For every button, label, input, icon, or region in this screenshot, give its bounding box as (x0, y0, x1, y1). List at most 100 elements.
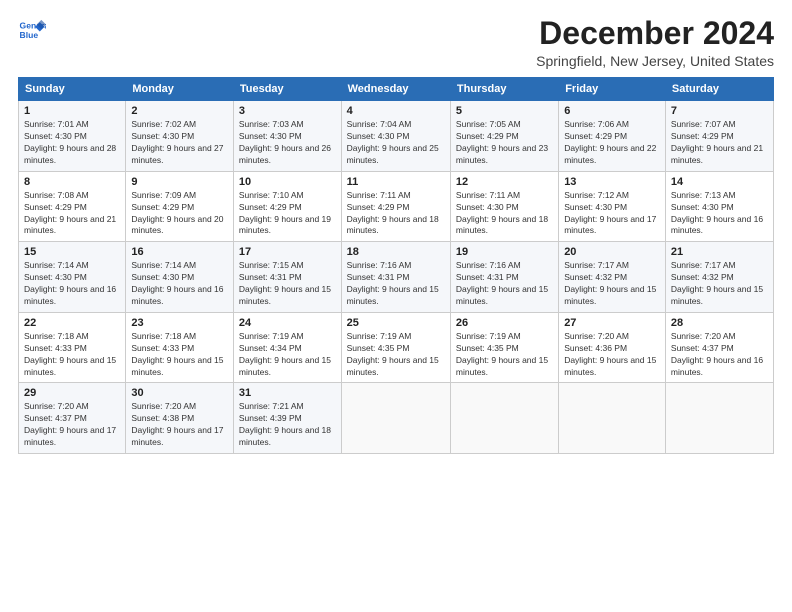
page: General Blue December 2024 Springfield, … (0, 0, 792, 612)
day-info: Sunrise: 7:19 AMSunset: 4:35 PMDaylight:… (456, 331, 553, 379)
day-info: Sunrise: 7:11 AMSunset: 4:30 PMDaylight:… (456, 190, 553, 238)
day-number: 8 (24, 176, 120, 188)
calendar-cell: 13Sunrise: 7:12 AMSunset: 4:30 PMDayligh… (559, 171, 666, 242)
day-number: 5 (456, 105, 553, 117)
calendar-cell: 17Sunrise: 7:15 AMSunset: 4:31 PMDayligh… (233, 242, 341, 313)
day-number: 30 (131, 387, 228, 399)
calendar-cell: 11 Sunrise: 7:11 AMSunset: 4:29 PMDayligh… (341, 171, 450, 242)
calendar-cell: 3 Sunrise: 7:03 AMSunset: 4:30 PMDaylight… (233, 101, 341, 172)
calendar-cell: 23 Sunrise: 7:18 AMSunset: 4:33 PMDayligh… (126, 312, 234, 383)
day-info: Sunrise: 7:17 AMSunset: 4:32 PMDaylight:… (671, 260, 768, 308)
day-number: 3 (239, 105, 336, 117)
calendar-cell: 12 Sunrise: 7:11 AMSunset: 4:30 PMDayligh… (450, 171, 558, 242)
day-info: Sunrise: 7:14 AMSunset: 4:30 PMDaylight:… (131, 260, 228, 308)
day-number: 10 (239, 176, 336, 188)
day-number: 1 (24, 105, 120, 117)
calendar-cell: 25Sunrise: 7:19 AMSunset: 4:35 PMDayligh… (341, 312, 450, 383)
day-info: Sunrise: 7:20 AMSunset: 4:38 PMDaylight:… (131, 401, 228, 449)
day-number: 6 (564, 105, 660, 117)
logo: General Blue (18, 16, 46, 44)
day-number: 7 (671, 105, 768, 117)
day-number: 11 (347, 176, 445, 188)
day-number: 28 (671, 317, 768, 329)
calendar-cell (559, 383, 666, 454)
day-number: 19 (456, 246, 553, 258)
calendar-title: December 2024 (536, 16, 774, 51)
day-info: Sunrise: 7:01 AMSunset: 4:30 PMDaylight:… (24, 119, 120, 167)
calendar-cell: 7 Sunrise: 7:07 AMSunset: 4:29 PMDaylight… (665, 101, 773, 172)
calendar-cell: 22Sunrise: 7:18 AMSunset: 4:33 PMDayligh… (19, 312, 126, 383)
calendar-subtitle: Springfield, New Jersey, United States (536, 53, 774, 69)
calendar-cell: 10 Sunrise: 7:10 AMSunset: 4:29 PMDayligh… (233, 171, 341, 242)
calendar-cell (341, 383, 450, 454)
day-of-week-header: Thursday (450, 78, 558, 101)
day-number: 14 (671, 176, 768, 188)
day-info: Sunrise: 7:18 AMSunset: 4:33 PMDaylight:… (131, 331, 228, 379)
calendar-cell (665, 383, 773, 454)
calendar-cell: 16 Sunrise: 7:14 AMSunset: 4:30 PMDayligh… (126, 242, 234, 313)
day-info: Sunrise: 7:07 AMSunset: 4:29 PMDaylight:… (671, 119, 768, 167)
calendar-cell: 4 Sunrise: 7:04 AMSunset: 4:30 PMDaylight… (341, 101, 450, 172)
day-info: Sunrise: 7:09 AMSunset: 4:29 PMDaylight:… (131, 190, 228, 238)
calendar-cell: 27Sunrise: 7:20 AMSunset: 4:36 PMDayligh… (559, 312, 666, 383)
calendar-cell: 14 Sunrise: 7:13 AMSunset: 4:30 PMDayligh… (665, 171, 773, 242)
day-info: Sunrise: 7:04 AMSunset: 4:30 PMDaylight:… (347, 119, 445, 167)
calendar-week-row: 15Sunrise: 7:14 AMSunset: 4:30 PMDayligh… (19, 242, 774, 313)
calendar-cell: 8Sunrise: 7:08 AMSunset: 4:29 PMDaylight… (19, 171, 126, 242)
calendar-cell: 21Sunrise: 7:17 AMSunset: 4:32 PMDayligh… (665, 242, 773, 313)
day-info: Sunrise: 7:19 AMSunset: 4:34 PMDaylight:… (239, 331, 336, 379)
calendar-cell: 20 Sunrise: 7:17 AMSunset: 4:32 PMDayligh… (559, 242, 666, 313)
calendar-cell: 28Sunrise: 7:20 AMSunset: 4:37 PMDayligh… (665, 312, 773, 383)
calendar-cell: 31Sunrise: 7:21 AMSunset: 4:39 PMDayligh… (233, 383, 341, 454)
day-number: 29 (24, 387, 120, 399)
day-number: 2 (131, 105, 228, 117)
calendar-cell: 1 Sunrise: 7:01 AMSunset: 4:30 PMDaylight… (19, 101, 126, 172)
day-info: Sunrise: 7:16 AMSunset: 4:31 PMDaylight:… (456, 260, 553, 308)
day-info: Sunrise: 7:06 AMSunset: 4:29 PMDaylight:… (564, 119, 660, 167)
calendar-cell: 6 Sunrise: 7:06 AMSunset: 4:29 PMDaylight… (559, 101, 666, 172)
title-block: December 2024 Springfield, New Jersey, U… (536, 16, 774, 69)
day-number: 16 (131, 246, 228, 258)
day-of-week-header: Wednesday (341, 78, 450, 101)
day-number: 22 (24, 317, 120, 329)
calendar-cell: 29 Sunrise: 7:20 AMSunset: 4:37 PMDayligh… (19, 383, 126, 454)
calendar-cell: 2 Sunrise: 7:02 AMSunset: 4:30 PMDaylight… (126, 101, 234, 172)
day-number: 20 (564, 246, 660, 258)
day-of-week-header: Monday (126, 78, 234, 101)
calendar-cell: 19 Sunrise: 7:16 AMSunset: 4:31 PMDayligh… (450, 242, 558, 313)
day-number: 12 (456, 176, 553, 188)
day-of-week-header: Sunday (19, 78, 126, 101)
day-info: Sunrise: 7:12 AMSunset: 4:30 PMDaylight:… (564, 190, 660, 238)
day-of-week-header: Saturday (665, 78, 773, 101)
calendar-cell: 26Sunrise: 7:19 AMSunset: 4:35 PMDayligh… (450, 312, 558, 383)
day-number: 27 (564, 317, 660, 329)
day-info: Sunrise: 7:13 AMSunset: 4:30 PMDaylight:… (671, 190, 768, 238)
calendar-header-row: SundayMondayTuesdayWednesdayThursdayFrid… (19, 78, 774, 101)
calendar-week-row: 8Sunrise: 7:08 AMSunset: 4:29 PMDaylight… (19, 171, 774, 242)
day-of-week-header: Tuesday (233, 78, 341, 101)
calendar-week-row: 22 Sunrise: 7:18 AMSunset: 4:33 PMDayligh… (19, 312, 774, 383)
day-info: Sunrise: 7:17 AMSunset: 4:32 PMDaylight:… (564, 260, 660, 308)
calendar-cell: 9 Sunrise: 7:09 AMSunset: 4:29 PMDaylight… (126, 171, 234, 242)
day-info: Sunrise: 7:20 AMSunset: 4:37 PMDaylight:… (24, 401, 120, 449)
day-number: 23 (131, 317, 228, 329)
day-info: Sunrise: 7:21 AMSunset: 4:39 PMDaylight:… (239, 401, 336, 449)
day-info: Sunrise: 7:16 AMSunset: 4:31 PMDaylight:… (347, 260, 445, 308)
calendar-cell (450, 383, 558, 454)
calendar-cell: 5 Sunrise: 7:05 AMSunset: 4:29 PMDaylight… (450, 101, 558, 172)
day-info: Sunrise: 7:02 AMSunset: 4:30 PMDaylight:… (131, 119, 228, 167)
svg-text:Blue: Blue (20, 30, 39, 40)
day-number: 25 (347, 317, 445, 329)
day-info: Sunrise: 7:10 AMSunset: 4:29 PMDaylight:… (239, 190, 336, 238)
logo-icon: General Blue (18, 16, 46, 44)
day-number: 4 (347, 105, 445, 117)
day-info: Sunrise: 7:05 AMSunset: 4:29 PMDaylight:… (456, 119, 553, 167)
calendar-week-row: 1 Sunrise: 7:01 AMSunset: 4:30 PMDaylight… (19, 101, 774, 172)
day-info: Sunrise: 7:11 AMSunset: 4:29 PMDaylight:… (347, 190, 445, 238)
calendar-cell: 15Sunrise: 7:14 AMSunset: 4:30 PMDayligh… (19, 242, 126, 313)
header: General Blue December 2024 Springfield, … (18, 16, 774, 69)
day-number: 9 (131, 176, 228, 188)
day-info: Sunrise: 7:03 AMSunset: 4:30 PMDaylight:… (239, 119, 336, 167)
day-of-week-header: Friday (559, 78, 666, 101)
calendar-table: SundayMondayTuesdayWednesdayThursdayFrid… (18, 77, 774, 454)
